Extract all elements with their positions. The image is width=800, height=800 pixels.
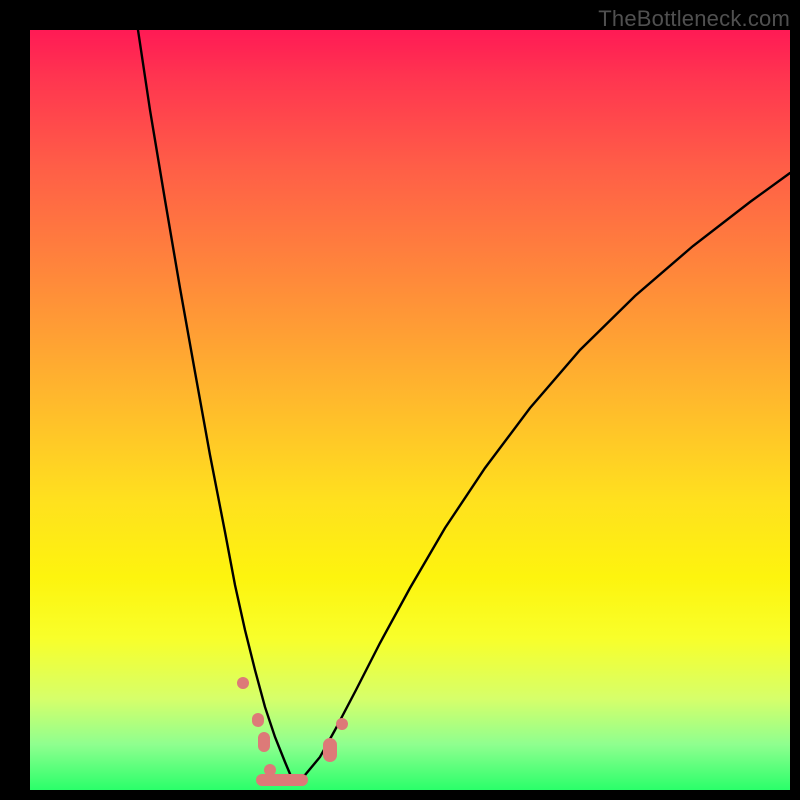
left-curve [138, 30, 293, 781]
data-marker [256, 774, 308, 786]
plot-area [30, 30, 790, 790]
data-marker [336, 718, 348, 730]
data-marker [252, 713, 264, 727]
data-marker [237, 677, 249, 689]
curve-overlay [30, 30, 790, 790]
data-marker [258, 732, 270, 752]
right-curve [293, 173, 790, 781]
chart-frame: TheBottleneck.com [0, 0, 800, 800]
marker-group [237, 677, 348, 786]
watermark-text: TheBottleneck.com [598, 6, 790, 32]
data-marker [323, 738, 337, 762]
